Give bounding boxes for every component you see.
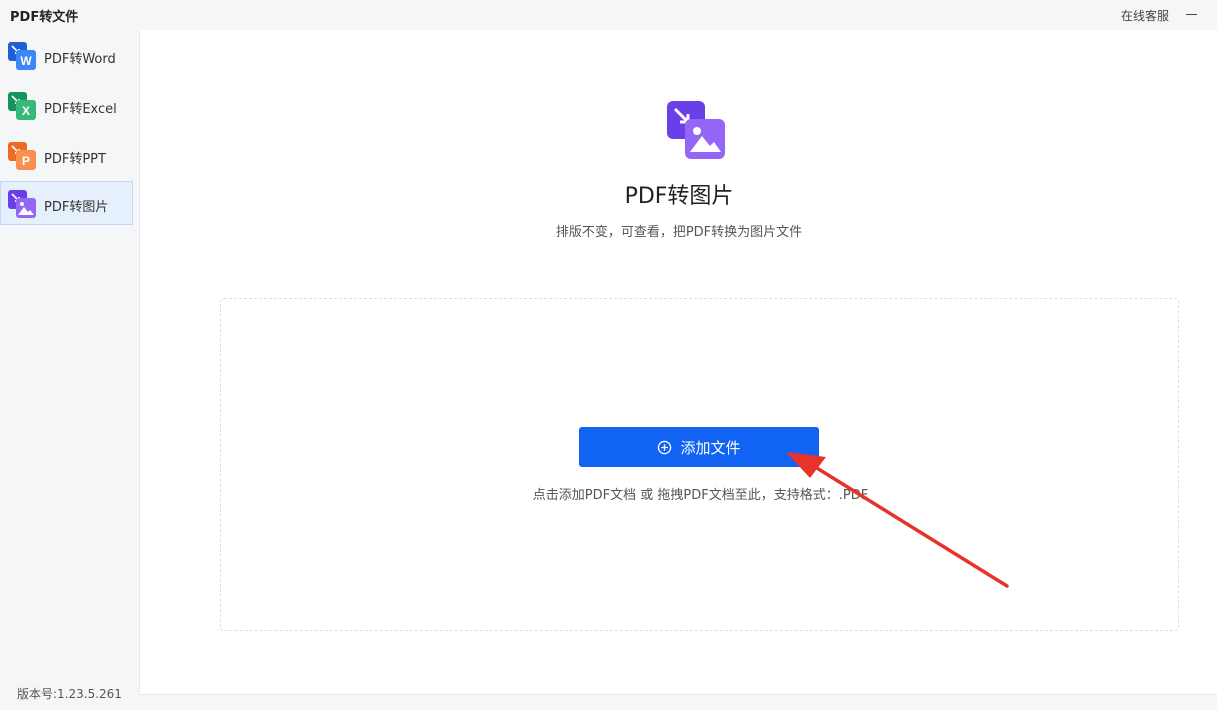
title-bar: PDF转文件 在线客服 <box>0 0 1217 30</box>
svg-text:X: X <box>22 104 30 118</box>
sidebar-item-pdf-to-excel[interactable]: X PDF转Excel <box>0 83 133 127</box>
minimize-button[interactable] <box>1183 4 1201 24</box>
sidebar-item-label: PDF转图片 <box>44 200 109 215</box>
sidebar-item-label: PDF转Excel <box>44 102 117 117</box>
svg-text:W: W <box>20 54 32 68</box>
main-panel: PDF转图片 排版不变，可查看，把PDF转换为图片文件 添加文件 点击添加PDF… <box>139 30 1217 695</box>
online-support-link[interactable]: 在线客服 <box>1121 7 1169 24</box>
sidebar-item-pdf-to-word[interactable]: W PDF转Word <box>0 33 133 77</box>
add-file-label: 添加文件 <box>680 439 741 457</box>
pdf-to-image-icon <box>667 101 725 159</box>
file-drop-zone[interactable]: 添加文件 点击添加PDF文档 或 拖拽PDF文档至此，支持格式：.PDF <box>220 298 1179 631</box>
plus-circle-icon <box>658 440 672 454</box>
app-title: PDF转文件 <box>10 10 79 25</box>
excel-doc-icon: X <box>8 92 36 120</box>
ppt-doc-icon: P <box>8 142 36 170</box>
page-title: PDF转图片 <box>624 184 734 209</box>
drop-hint-text: 点击添加PDF文档 或 拖拽PDF文档至此，支持格式：.PDF <box>532 488 869 503</box>
sidebar: W PDF转Word X PDF转Excel P PDF转PPT PDF转图片 <box>0 30 139 710</box>
add-file-button[interactable]: 添加文件 <box>579 427 819 467</box>
sidebar-item-pdf-to-image[interactable]: PDF转图片 <box>0 181 133 225</box>
page-subtitle: 排版不变，可查看，把PDF转换为图片文件 <box>555 225 803 240</box>
image-doc-icon <box>8 190 36 218</box>
version-label: 版本号:1.23.5.261 <box>17 687 122 701</box>
svg-text:P: P <box>22 154 30 168</box>
word-doc-icon: W <box>8 42 36 70</box>
sidebar-item-label: PDF转Word <box>44 52 116 67</box>
sidebar-item-pdf-to-ppt[interactable]: P PDF转PPT <box>0 133 133 177</box>
sidebar-item-label: PDF转PPT <box>44 152 106 167</box>
